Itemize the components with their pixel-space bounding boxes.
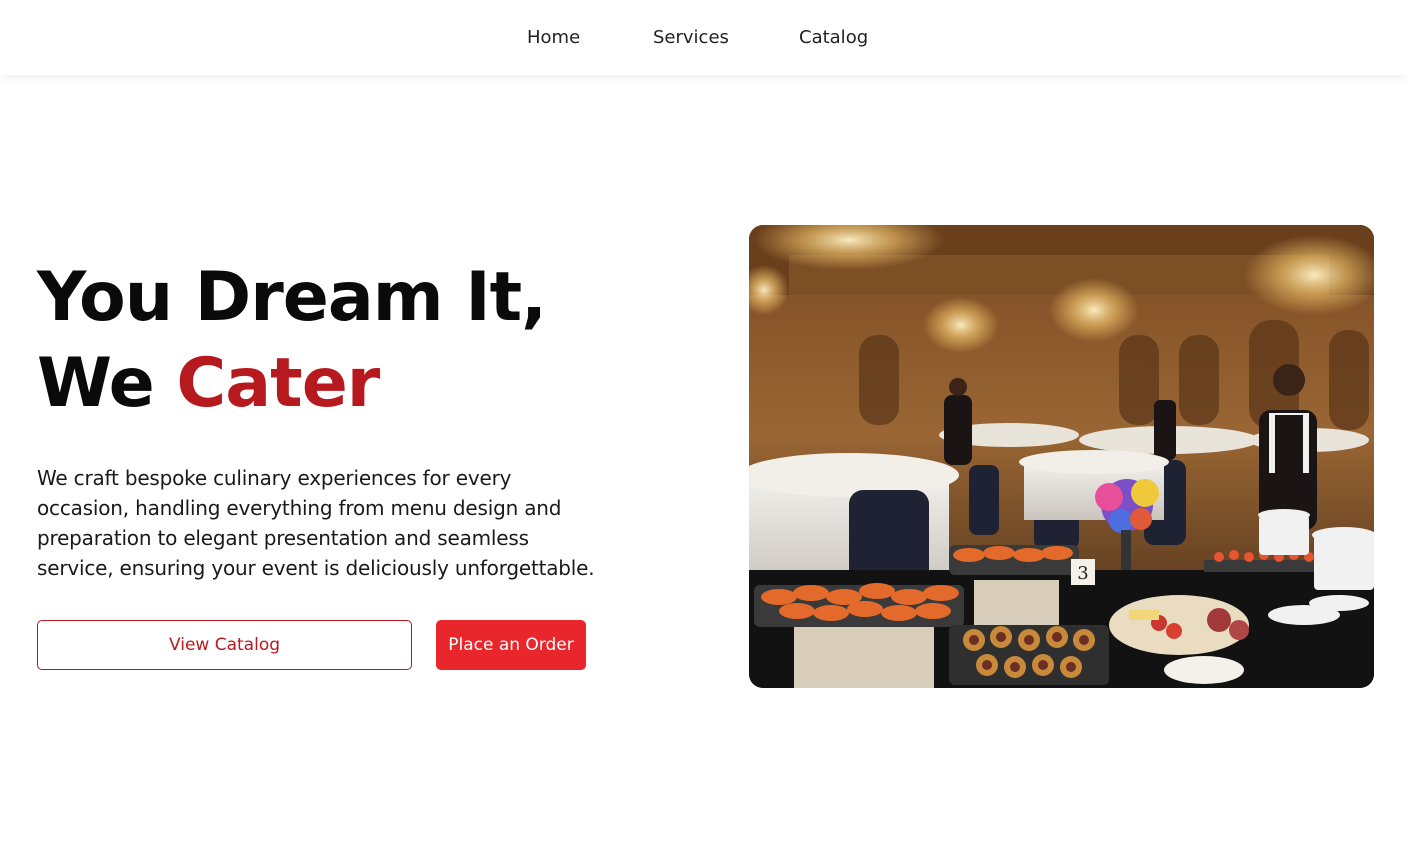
place-order-button[interactable]: Place an Order: [436, 620, 586, 670]
nav-services-link[interactable]: Services: [653, 27, 729, 48]
hero-title-line1: You Dream It,: [37, 258, 547, 337]
hero-title: You Dream It, We Cater: [37, 255, 677, 427]
nav-home-link[interactable]: Home: [527, 27, 580, 48]
view-catalog-button[interactable]: View Catalog: [37, 620, 412, 670]
nav-catalog-link[interactable]: Catalog: [799, 27, 868, 48]
hero-description: We craft bespoke culinary experiences fo…: [37, 466, 595, 580]
hero-title-accent: Cater: [176, 344, 380, 423]
table-number-card: 3: [1077, 563, 1088, 584]
top-navbar: Home Services Catalog: [0, 0, 1408, 75]
hero-title-line2-prefix: We: [37, 344, 155, 423]
hero-catering-image: 3: [749, 225, 1374, 688]
